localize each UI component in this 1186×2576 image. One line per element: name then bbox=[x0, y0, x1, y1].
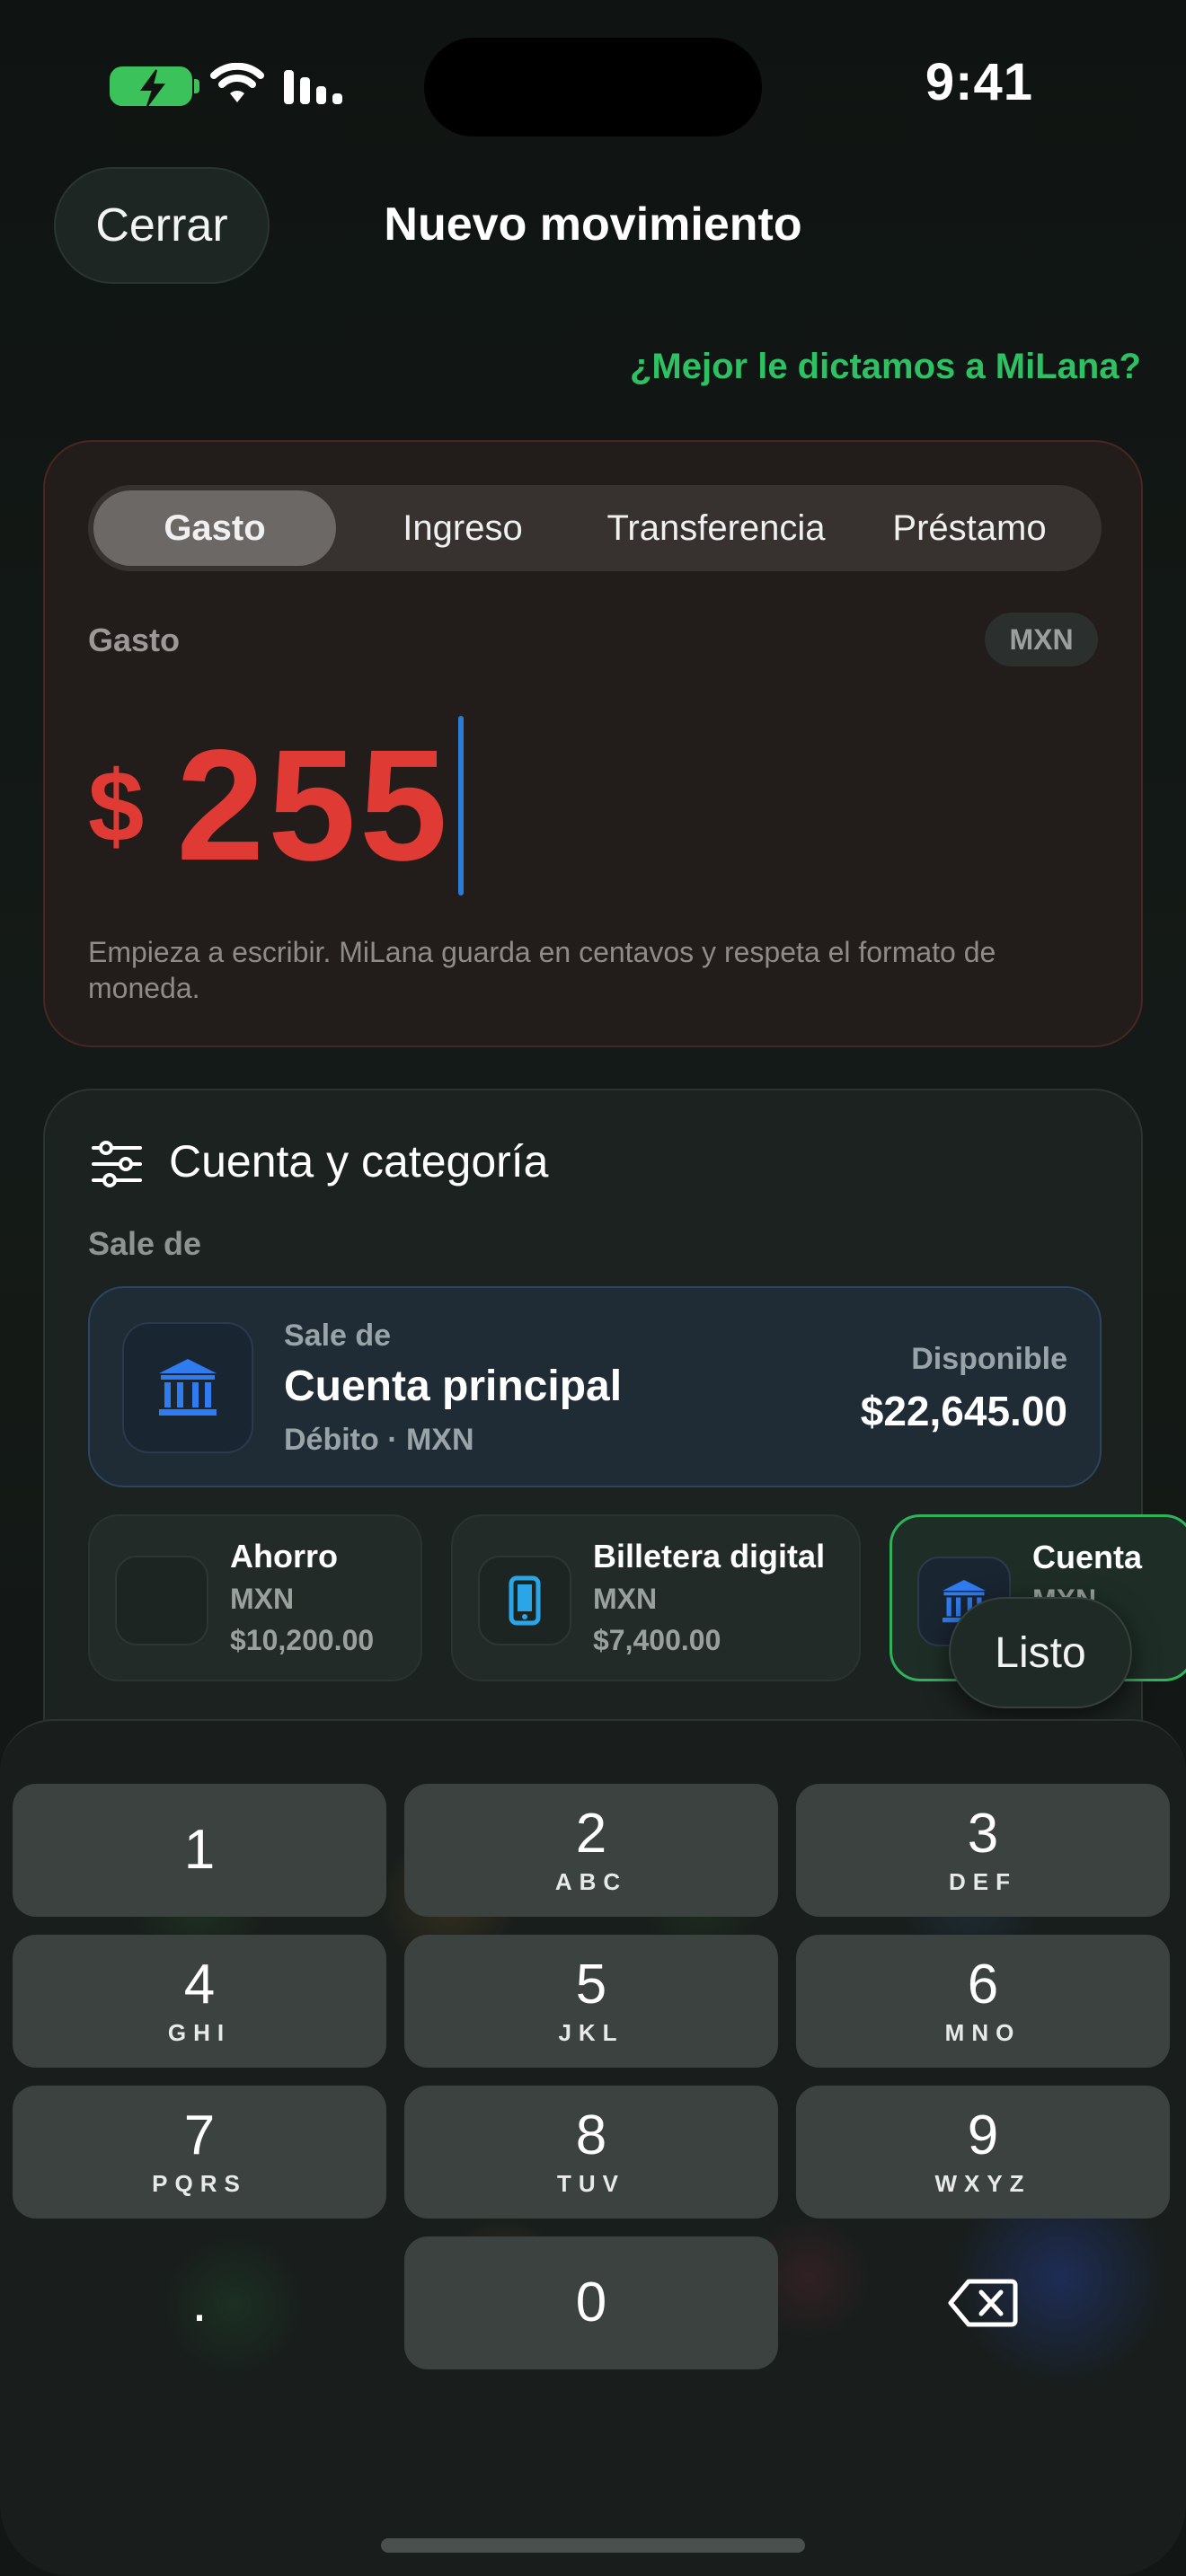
key-digit: 2 bbox=[575, 1802, 607, 1865]
page-title: Nuevo movimiento bbox=[384, 198, 802, 251]
tab-prestamo[interactable]: Préstamo bbox=[843, 490, 1096, 566]
key-3[interactable]: 3 DEF bbox=[796, 1784, 1170, 1917]
wifi-icon bbox=[210, 63, 264, 102]
account-chip-name: Cuenta bbox=[1032, 1539, 1143, 1575]
currency-symbol: $ bbox=[88, 749, 145, 862]
dictate-to-milana-link[interactable]: ¿Mejor le dictamos a MiLana? bbox=[630, 347, 1141, 387]
key-6[interactable]: 6 MNO bbox=[796, 1935, 1170, 2068]
account-icon-tile bbox=[122, 1322, 253, 1453]
key-letters: WXYZ bbox=[934, 2169, 1031, 2197]
account-chip-ahorro[interactable]: Ahorro MXN $10,200.00 bbox=[88, 1514, 422, 1681]
account-chip-icon-tile bbox=[115, 1556, 208, 1645]
primary-account-card[interactable]: Sale de Cuenta principal Débito · MXN Di… bbox=[88, 1286, 1102, 1487]
account-chip-name: Ahorro bbox=[230, 1538, 338, 1575]
key-digit: 7 bbox=[183, 2104, 216, 2166]
amount-hint: Empieza a escribir. MiLana guarda en cen… bbox=[88, 936, 996, 1004]
account-chip-currency: MXN bbox=[230, 1583, 295, 1615]
key-0[interactable]: 0 bbox=[404, 2236, 778, 2369]
key-letters: PQRS bbox=[152, 2169, 247, 2197]
amount-input[interactable]: $ 255 bbox=[88, 711, 464, 900]
amount-card: Gasto Ingreso Transferencia Préstamo Gas… bbox=[43, 440, 1143, 1047]
home-indicator bbox=[381, 2538, 805, 2553]
sliders-icon bbox=[92, 1141, 142, 1187]
amount-type-label: Gasto bbox=[88, 622, 181, 658]
tab-gasto[interactable]: Gasto bbox=[93, 490, 336, 566]
key-9[interactable]: 9 WXYZ bbox=[796, 2086, 1170, 2219]
new-transaction-screen: 9:41 Cerrar Nuevo movimiento ¿Mejor le d… bbox=[0, 0, 1186, 2576]
account-chip-currency: MXN bbox=[593, 1583, 658, 1615]
available-label: Disponible bbox=[911, 1342, 1067, 1376]
key-digit: 3 bbox=[967, 1802, 999, 1865]
key-digit: 4 bbox=[183, 1953, 216, 2016]
phone-icon bbox=[509, 1575, 541, 1626]
key-1[interactable]: 1 bbox=[13, 1784, 386, 1917]
key-delete[interactable] bbox=[796, 2236, 1170, 2369]
key-2[interactable]: 2 ABC bbox=[404, 1784, 778, 1917]
account-chip-balance: $7,400.00 bbox=[593, 1624, 721, 1656]
bank-icon bbox=[159, 1359, 217, 1416]
key-4[interactable]: 4 GHI bbox=[13, 1935, 386, 2068]
key-letters: JKL bbox=[558, 2018, 624, 2046]
key-5[interactable]: 5 JKL bbox=[404, 1935, 778, 2068]
account-chip-name: Billetera digital bbox=[593, 1538, 826, 1575]
primary-account-balance: $22,645.00 bbox=[860, 1388, 1067, 1434]
cellular-signal-icon bbox=[284, 70, 342, 104]
key-8[interactable]: 8 TUV bbox=[404, 2086, 778, 2219]
key-7[interactable]: 7 PQRS bbox=[13, 2086, 386, 2219]
key-letters: MNO bbox=[944, 2018, 1022, 2046]
from-label: Sale de bbox=[88, 1225, 202, 1262]
key-digit: 5 bbox=[575, 1953, 607, 2016]
amount-value: 255 bbox=[176, 718, 451, 894]
account-chip-billetera-digital[interactable]: Billetera digital MXN $7,400.00 bbox=[451, 1514, 861, 1681]
key-digit: 6 bbox=[967, 1953, 999, 2016]
primary-account-overline: Sale de bbox=[284, 1319, 392, 1353]
key-digit: 1 bbox=[183, 1819, 216, 1881]
key-digit: 0 bbox=[575, 2272, 607, 2333]
primary-account-meta: Débito · MXN bbox=[284, 1423, 474, 1457]
status-bar: 9:41 bbox=[0, 36, 1186, 137]
transaction-type-segmented-control: Gasto Ingreso Transferencia Préstamo bbox=[88, 485, 1102, 571]
key-digit: 9 bbox=[967, 2104, 999, 2166]
key-digit: . bbox=[191, 2272, 208, 2333]
key-letters: TUV bbox=[557, 2169, 625, 2197]
battery-charging-icon bbox=[110, 66, 199, 107]
account-chip-icon-tile bbox=[478, 1556, 571, 1645]
currency-badge[interactable]: MXN bbox=[985, 613, 1098, 666]
done-button[interactable]: Listo bbox=[949, 1597, 1132, 1708]
key-letters: DEF bbox=[949, 1867, 1017, 1895]
key-letters: GHI bbox=[167, 2018, 232, 2046]
key-letters: ABC bbox=[554, 1867, 628, 1895]
numeric-keyboard: 1 2 ABC 3 DEF 4 GHI 5 JKL 6 MNO 7 PQRS 8… bbox=[0, 1719, 1186, 2576]
close-button[interactable]: Cerrar bbox=[54, 167, 270, 284]
tab-transferencia[interactable]: Transferencia bbox=[589, 490, 843, 566]
key-decimal[interactable]: . bbox=[13, 2236, 386, 2369]
key-digit: 8 bbox=[575, 2104, 607, 2166]
primary-account-name: Cuenta principal bbox=[284, 1363, 623, 1410]
status-time: 9:41 bbox=[925, 53, 1033, 111]
text-caret bbox=[457, 716, 464, 895]
delete-backspace-icon bbox=[948, 2279, 1018, 2327]
tab-ingreso[interactable]: Ingreso bbox=[336, 490, 589, 566]
section-title: Cuenta y categoría bbox=[169, 1136, 549, 1187]
dynamic-island bbox=[424, 38, 762, 137]
account-chip-balance: $10,200.00 bbox=[230, 1624, 375, 1656]
